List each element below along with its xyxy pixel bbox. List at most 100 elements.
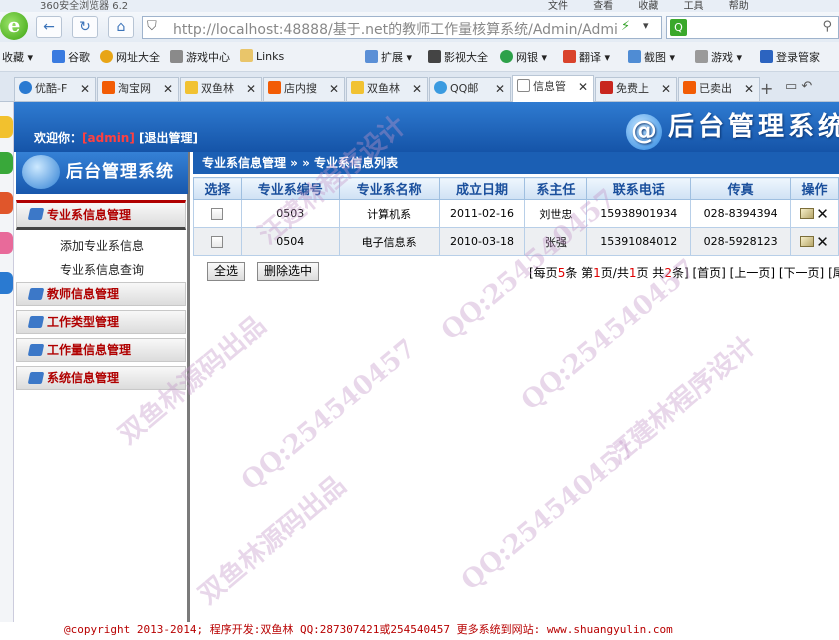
tab-youku[interactable]: 优酷-F ✕	[14, 77, 96, 101]
search-engine-icon[interactable]: Q	[670, 19, 687, 36]
close-icon[interactable]: ✕	[329, 78, 339, 100]
fav-screenshot[interactable]: 截图 ▾	[628, 49, 675, 65]
close-icon[interactable]: ✕	[578, 76, 588, 98]
logout-link[interactable]: [退出管理]	[139, 131, 198, 145]
close-icon[interactable]: ✕	[744, 78, 754, 100]
footer-copyright: @copyright 2013-2014; 程序开发:双鱼林 QQ:287307…	[0, 622, 839, 640]
prev-page-link[interactable]: [上一页]	[730, 266, 775, 280]
new-tab-icon[interactable]: +	[760, 79, 773, 98]
address-url[interactable]: http://localhost:48888/基于.net的教师工作量核算系统/…	[173, 19, 618, 39]
browser-title: 360安全浏览器 6.2	[40, 1, 129, 12]
delete-icon[interactable]: ✕	[816, 205, 829, 223]
tab-shuangyulin-2[interactable]: 双鱼林 ✕	[346, 77, 428, 101]
menu-teacher-info[interactable]: 教师信息管理	[16, 282, 186, 306]
menu-tools[interactable]: 工具	[684, 1, 704, 12]
menu-help[interactable]: 帮助	[729, 1, 749, 12]
favorites-star-icon[interactable]	[0, 116, 13, 138]
menu-system-info[interactable]: 系统信息管理	[16, 366, 186, 390]
qq-icon[interactable]	[0, 272, 13, 294]
browser-menu: 文件 查看 收藏 工具 帮助	[548, 0, 771, 12]
fav-links[interactable]: Links	[240, 49, 284, 63]
tab-tools-icon[interactable]: ▭ ↶	[785, 79, 812, 94]
delete-selected-button[interactable]: 删除选中	[257, 262, 320, 281]
address-bar[interactable]: ⛉ http://localhost:48888/基于.net的教师工作量核算系…	[142, 16, 662, 39]
extension-icon	[365, 50, 378, 63]
shield-icon: ⛉	[147, 19, 157, 34]
col-head: 系主任	[524, 177, 588, 200]
fav-login[interactable]: 登录管家	[760, 49, 820, 65]
search-box[interactable]: Q ⚲	[666, 16, 839, 39]
select-all-button[interactable]: 全选	[207, 262, 246, 281]
tab-sold[interactable]: 已卖出 ✕	[678, 77, 760, 101]
submenu-query-department[interactable]: 专业系信息查询	[60, 261, 144, 278]
browser-sidebar	[0, 102, 14, 640]
delete-icon[interactable]: ✕	[816, 233, 829, 251]
tab-qqmail[interactable]: QQ邮 ✕	[429, 77, 511, 101]
fav-games[interactable]: 游戏中心	[170, 49, 230, 65]
tab-free-upload[interactable]: 免费上 ✕	[595, 77, 677, 101]
chat-icon[interactable]	[0, 152, 13, 174]
row-checkbox[interactable]	[211, 236, 224, 248]
action-row: 全选 删除选中 [每页5条 第1页/共1页 共2条] [首页] [上一页] [下…	[193, 262, 839, 284]
back-button[interactable]: ←	[36, 16, 62, 38]
menu-work-type[interactable]: 工作类型管理	[16, 310, 186, 334]
breadcrumb: 专业系信息管理 » » 专业系信息列表	[193, 152, 839, 174]
first-page-link[interactable]: [首页]	[692, 266, 725, 280]
fav-video[interactable]: 影视大全	[428, 49, 488, 65]
fav-google[interactable]: 谷歌	[52, 49, 90, 65]
edit-icon[interactable]	[800, 208, 815, 219]
fav-bank[interactable]: 网银 ▾	[500, 49, 547, 65]
tab-taobao[interactable]: 淘宝网 ✕	[97, 77, 179, 101]
menu-favorites[interactable]: 收藏	[638, 1, 658, 12]
last-page-link[interactable]: [尾页]	[828, 266, 839, 280]
cell-head: 张强	[524, 227, 588, 256]
table-row: 0503 计算机系 2011-02-16 刘世忠 15938901934 028…	[193, 199, 839, 228]
menu-icon	[27, 372, 45, 384]
network-logo-icon	[22, 155, 60, 189]
close-icon[interactable]: ✕	[80, 78, 90, 100]
tab-shop-search[interactable]: 店内搜 ✕	[263, 77, 345, 101]
cell-date: 2010-03-18	[438, 227, 526, 256]
cell-fax: 028-8394394	[690, 199, 792, 228]
edit-icon[interactable]	[800, 236, 815, 247]
app-icon[interactable]	[0, 232, 13, 254]
home-button[interactable]: ⌂	[108, 16, 134, 38]
tab-info-admin[interactable]: 信息管 ✕	[512, 75, 594, 102]
fav-collect[interactable]: 收藏 ▾	[2, 49, 33, 65]
close-icon[interactable]: ✕	[495, 78, 505, 100]
tab-shuangyulin-1[interactable]: 双鱼林 ✕	[180, 77, 262, 101]
lightning-icon[interactable]: ⚡	[621, 19, 630, 34]
fav-extensions[interactable]: 扩展 ▾	[365, 49, 412, 65]
row-checkbox[interactable]	[211, 208, 224, 220]
close-icon[interactable]: ✕	[246, 78, 256, 100]
cell-action: ✕	[790, 227, 839, 256]
cell-phone: 15391084012	[586, 227, 692, 256]
col-fax: 传真	[690, 177, 792, 200]
back-arrow-icon: ←	[43, 19, 55, 35]
fav-sites[interactable]: 网址大全	[100, 49, 160, 65]
chevron-down-icon[interactable]: ▾	[643, 19, 649, 32]
fav-translate[interactable]: 翻译 ▾	[563, 49, 610, 65]
department-table: 选择 专业系编号 专业系名称 成立日期 系主任 联系电话 传真 操作 0503 …	[193, 177, 839, 256]
menu-view[interactable]: 查看	[593, 1, 613, 12]
menu-file[interactable]: 文件	[548, 1, 568, 12]
refresh-button[interactable]: ↻	[72, 16, 98, 38]
submenu-add-department[interactable]: 添加专业系信息	[60, 237, 144, 254]
next-page-link[interactable]: [下一页]	[779, 266, 824, 280]
scissors-icon	[628, 50, 641, 63]
close-icon[interactable]: ✕	[412, 78, 422, 100]
cell-select	[193, 199, 242, 228]
youku-icon	[19, 81, 32, 94]
fav-game[interactable]: 游戏 ▾	[695, 49, 742, 65]
bank-icon	[500, 50, 513, 63]
browser-logo-icon[interactable]: e	[0, 12, 28, 40]
search-icon[interactable]: ⚲	[822, 19, 832, 34]
col-name: 专业系名称	[338, 177, 440, 200]
browser-title-bar: 360安全浏览器 6.2 文件 查看 收藏 工具 帮助	[0, 0, 839, 12]
menu-department-info[interactable]: 专业系信息管理	[16, 200, 186, 230]
close-icon[interactable]: ✕	[163, 78, 173, 100]
close-icon[interactable]: ✕	[661, 78, 671, 100]
menu-workload-info[interactable]: 工作量信息管理	[16, 338, 186, 362]
taobao-icon	[102, 81, 115, 94]
weibo-icon[interactable]	[0, 192, 13, 214]
